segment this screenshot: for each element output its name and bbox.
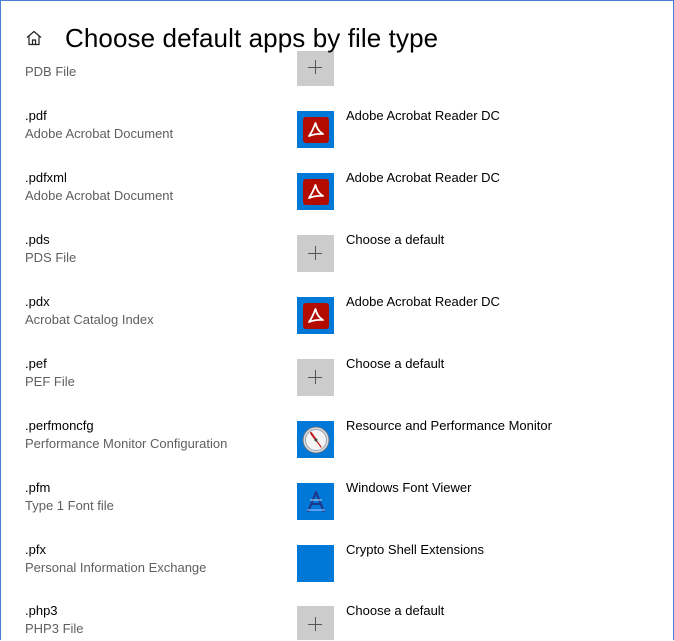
file-type-row: .pfx Personal Information Exchange Crypt… xyxy=(1,542,673,604)
file-extension: .pdf xyxy=(25,108,47,123)
acrobat-icon[interactable] xyxy=(297,111,334,148)
file-type-row: .pef PEF File Choose a default xyxy=(1,356,673,418)
default-app-name[interactable]: Crypto Shell Extensions xyxy=(346,542,484,557)
font-viewer-icon[interactable] xyxy=(297,483,334,520)
page-title: Choose default apps by file type xyxy=(65,23,439,53)
file-type-description: PHP3 File xyxy=(25,621,84,636)
default-app-name[interactable]: Resource and Performance Monitor xyxy=(346,418,552,433)
file-type-row: .pdf Adobe Acrobat Document Adobe Acroba… xyxy=(1,108,673,170)
plus-icon[interactable] xyxy=(297,359,334,396)
file-type-row: PDB File xyxy=(1,46,673,108)
file-type-row: .perfmoncfg Performance Monitor Configur… xyxy=(1,418,673,480)
file-extension: .pdx xyxy=(25,294,50,309)
file-extension: .pfm xyxy=(25,480,51,495)
default-app-name[interactable]: Adobe Acrobat Reader DC xyxy=(346,170,500,185)
plus-icon[interactable] xyxy=(297,235,334,272)
plus-icon[interactable] xyxy=(297,49,334,86)
choose-default-link[interactable]: Choose a default xyxy=(346,356,444,371)
file-type-description: Adobe Acrobat Document xyxy=(25,188,174,203)
file-type-row: .php3 PHP3 File Choose a default xyxy=(1,603,673,640)
file-extension: .pfx xyxy=(25,542,46,557)
crypto-shell-icon[interactable] xyxy=(297,545,334,582)
file-type-description: Personal Information Exchange xyxy=(25,560,207,575)
file-extension: .php3 xyxy=(25,603,58,618)
file-extension: .perfmoncfg xyxy=(25,418,94,433)
default-app-name[interactable]: Windows Font Viewer xyxy=(346,480,471,495)
file-extension: .pef xyxy=(25,356,47,371)
plus-icon[interactable] xyxy=(297,606,334,640)
choose-default-link[interactable]: Choose a default xyxy=(346,603,444,618)
file-type-description: Type 1 Font file xyxy=(25,498,114,513)
default-app-name[interactable]: Adobe Acrobat Reader DC xyxy=(346,108,500,123)
file-extension: .pdfxml xyxy=(25,170,67,185)
file-type-row: .pdfxml Adobe Acrobat Document Adobe Acr… xyxy=(1,170,673,232)
default-app-name[interactable]: Adobe Acrobat Reader DC xyxy=(346,294,500,309)
page-header: Choose default apps by file type xyxy=(1,1,673,53)
file-type-description: Adobe Acrobat Document xyxy=(25,126,174,141)
choose-default-link[interactable]: Choose a default xyxy=(346,232,444,247)
file-type-description: PEF File xyxy=(25,374,75,389)
file-type-description: Acrobat Catalog Index xyxy=(25,312,154,327)
file-type-description: PDB File xyxy=(25,64,77,79)
file-type-description: Performance Monitor Configuration xyxy=(25,436,228,451)
file-type-description: PDS File xyxy=(25,250,77,265)
acrobat-icon[interactable] xyxy=(297,297,334,334)
resource-monitor-icon[interactable] xyxy=(297,421,334,458)
settings-window: PDB File .pdf Adobe Acrobat Document Ado… xyxy=(0,0,674,640)
file-type-row: .pds PDS File Choose a default xyxy=(1,232,673,294)
acrobat-icon[interactable] xyxy=(297,173,334,210)
file-extension: .pds xyxy=(25,232,50,247)
home-icon[interactable] xyxy=(25,29,43,47)
file-type-row: .pfm Type 1 Font file Windows Font Viewe… xyxy=(1,480,673,542)
file-type-row: .pdx Acrobat Catalog Index Adobe Acrobat… xyxy=(1,294,673,356)
